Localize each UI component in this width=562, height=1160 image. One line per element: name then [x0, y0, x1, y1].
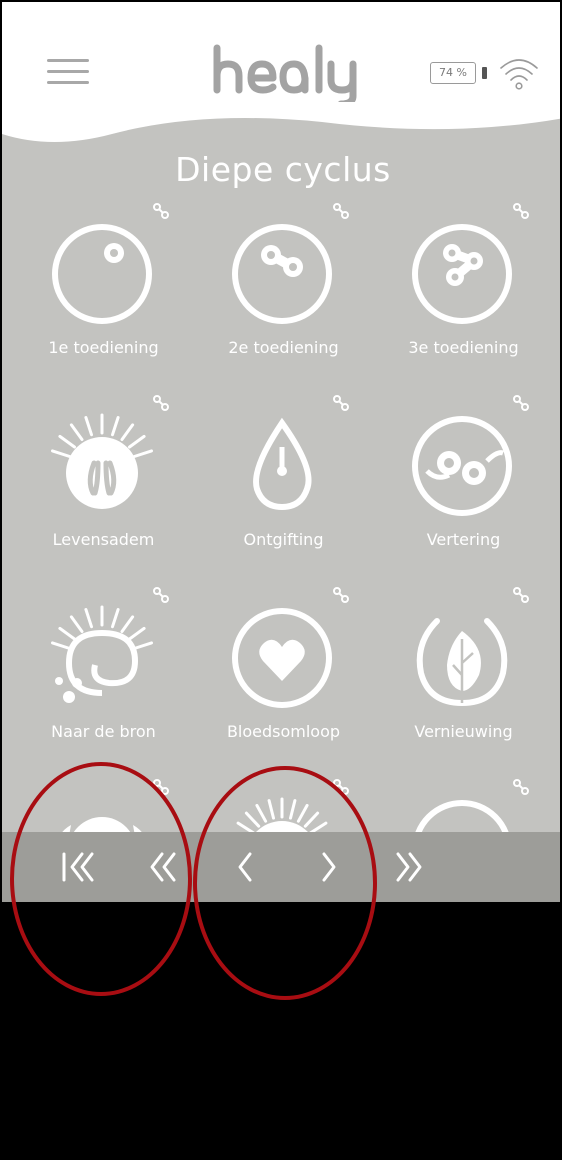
- menu-line-icon: [47, 81, 89, 84]
- program-label: Levensadem: [52, 530, 155, 549]
- circle-two-dots-icon: [232, 224, 332, 324]
- program-label: Bloedsomloop: [226, 722, 341, 741]
- program-tile[interactable]: Bloedsomloop: [187, 586, 367, 756]
- battery-label: 74 %: [430, 62, 476, 84]
- chain-link-icon: [333, 587, 349, 603]
- chain-link-icon: [153, 395, 169, 411]
- sun-spiral-icon: [51, 605, 153, 703]
- highlight-circle: [193, 766, 377, 1000]
- program-tile[interactable]: Vernieuwing: [367, 586, 547, 756]
- program-label: 3e toediening: [408, 338, 519, 357]
- highlight-circle: [10, 762, 192, 996]
- program-tile[interactable]: 1e toediening: [7, 202, 187, 372]
- chain-link-icon: [513, 395, 529, 411]
- chain-link-icon: [153, 587, 169, 603]
- chain-link-icon: [333, 395, 349, 411]
- chain-link-icon: [513, 587, 529, 603]
- lungs-icon: [51, 413, 153, 509]
- menu-line-icon: [47, 70, 89, 73]
- leaf-icon: [416, 618, 508, 707]
- battery-tip-icon: [482, 67, 487, 79]
- program-label: Vertering: [426, 530, 501, 549]
- program-label: 1e toediening: [48, 338, 159, 357]
- chain-link-icon: [513, 203, 529, 219]
- program-tile[interactable]: 2e toediening: [187, 202, 367, 372]
- program-tile[interactable]: 3e toediening: [367, 202, 547, 372]
- chain-link-icon: [333, 203, 349, 219]
- program-tile[interactable]: Levensadem: [7, 394, 187, 564]
- page-title: Diepe cyclus: [175, 150, 391, 189]
- healy-logo: [213, 44, 357, 102]
- digestion-icon: [412, 416, 512, 516]
- chain-link-icon: [153, 203, 169, 219]
- fast-forward-icon[interactable]: [384, 844, 434, 890]
- wifi-icon: [500, 59, 538, 90]
- program-label: Naar de bron: [51, 722, 156, 741]
- chain-link-icon: [513, 779, 529, 795]
- program-tile[interactable]: Ontgifting: [187, 394, 367, 564]
- circle-one-dot-icon: [52, 224, 152, 324]
- menu-button[interactable]: [47, 57, 89, 87]
- drop-icon: [253, 417, 312, 511]
- battery-indicator: 74 %: [430, 62, 487, 86]
- program-label: Vernieuwing: [414, 722, 513, 741]
- circle-three-dots-icon: [412, 224, 512, 324]
- program-tile[interactable]: Naar de bron: [7, 586, 187, 756]
- program-label: 2e toediening: [228, 338, 339, 357]
- heart-icon: [232, 608, 332, 708]
- program-tile[interactable]: Vertering: [367, 394, 547, 564]
- program-label: Ontgifting: [243, 530, 324, 549]
- app-screen: healy 74 % Diepe cyclus 1e toediening2e …: [0, 0, 562, 1160]
- menu-line-icon: [47, 59, 89, 62]
